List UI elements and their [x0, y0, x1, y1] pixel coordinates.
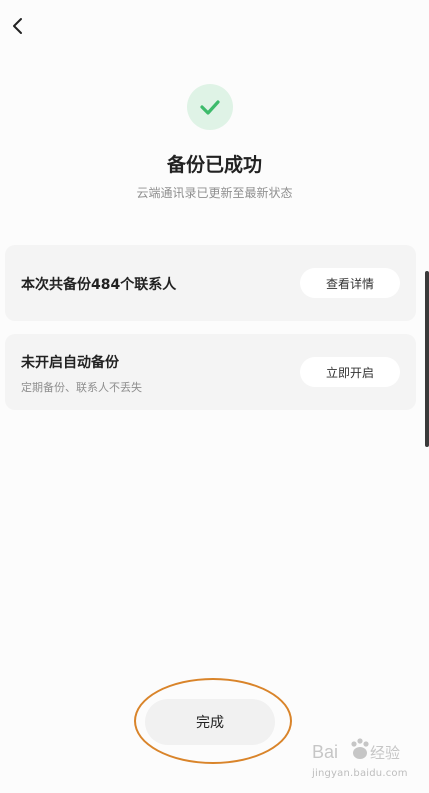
baidu-logo-icon: Bai 经验: [312, 738, 400, 762]
back-button[interactable]: [9, 16, 27, 36]
done-button[interactable]: 完成: [145, 699, 275, 745]
auto-backup-card: 未开启自动备份 定期备份、联系人不丢失 立即开启: [5, 334, 416, 410]
backup-count-card: 本次共备份484个联系人 查看详情: [5, 245, 416, 321]
scrollbar[interactable]: [425, 271, 429, 447]
view-details-button[interactable]: 查看详情: [300, 268, 400, 298]
baidu-watermark: Bai 经验 jingyan.baidu.com: [310, 736, 410, 786]
page-title: 备份已成功: [166, 154, 262, 176]
watermark-url: jingyan.baidu.com: [312, 768, 408, 779]
check-icon: [200, 100, 220, 115]
enable-now-button[interactable]: 立即开启: [300, 357, 400, 387]
chevron-left-icon: [13, 18, 22, 34]
success-badge: [187, 84, 233, 130]
page-subtitle: 云端通讯录已更新至最新状态: [136, 186, 293, 200]
svg-text:经验: 经验: [370, 744, 400, 762]
auto-backup-desc: 定期备份、联系人不丢失: [21, 381, 142, 394]
auto-backup-title: 未开启自动备份: [21, 355, 119, 371]
svg-text:Bai: Bai: [312, 742, 338, 762]
backup-count-label: 本次共备份484个联系人: [21, 277, 177, 293]
